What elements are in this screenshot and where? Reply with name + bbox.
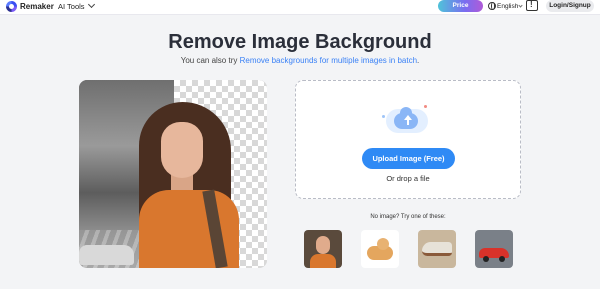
globe-icon[interactable] bbox=[488, 2, 496, 10]
language-selector[interactable]: English bbox=[497, 1, 518, 12]
example-preview-image bbox=[79, 80, 267, 268]
sample-portrait-thumbnail[interactable] bbox=[304, 230, 342, 268]
sample-dog-thumbnail[interactable] bbox=[361, 230, 399, 268]
batch-removal-link[interactable]: Remove backgrounds for multiple images i… bbox=[240, 56, 417, 65]
language-chevron-icon[interactable] bbox=[518, 3, 523, 8]
login-signup-button[interactable]: Login/Signup bbox=[546, 0, 594, 12]
upload-arrow-icon bbox=[404, 115, 412, 125]
price-button[interactable]: Price bbox=[438, 0, 483, 12]
feedback-icon[interactable] bbox=[526, 0, 538, 11]
person-face bbox=[161, 122, 203, 178]
background-car bbox=[79, 245, 134, 265]
ai-tools-menu[interactable]: AI Tools bbox=[58, 1, 85, 12]
sample-shoe-thumbnail[interactable] bbox=[418, 230, 456, 268]
chevron-down-icon[interactable] bbox=[87, 0, 96, 9]
upload-image-button[interactable]: Upload Image (Free) bbox=[362, 148, 455, 169]
page-title: Remove Image Background bbox=[168, 31, 432, 53]
sample-car-thumbnail[interactable] bbox=[475, 230, 513, 268]
sample-images-label: No image? Try one of these: bbox=[370, 214, 446, 220]
upload-cloud-icon bbox=[380, 103, 432, 137]
top-navigation-bar: Remaker AI Tools Price English Login/Sig… bbox=[0, 0, 600, 15]
page-subtitle: You can also try Remove backgrounds for … bbox=[0, 56, 600, 66]
subtitle-suffix: . bbox=[417, 56, 420, 65]
drop-file-text: Or drop a file bbox=[386, 174, 430, 183]
subtitle-prefix: You can also try bbox=[180, 56, 240, 65]
remaker-logo-icon[interactable] bbox=[6, 1, 17, 12]
brand-name[interactable]: Remaker bbox=[20, 1, 54, 12]
